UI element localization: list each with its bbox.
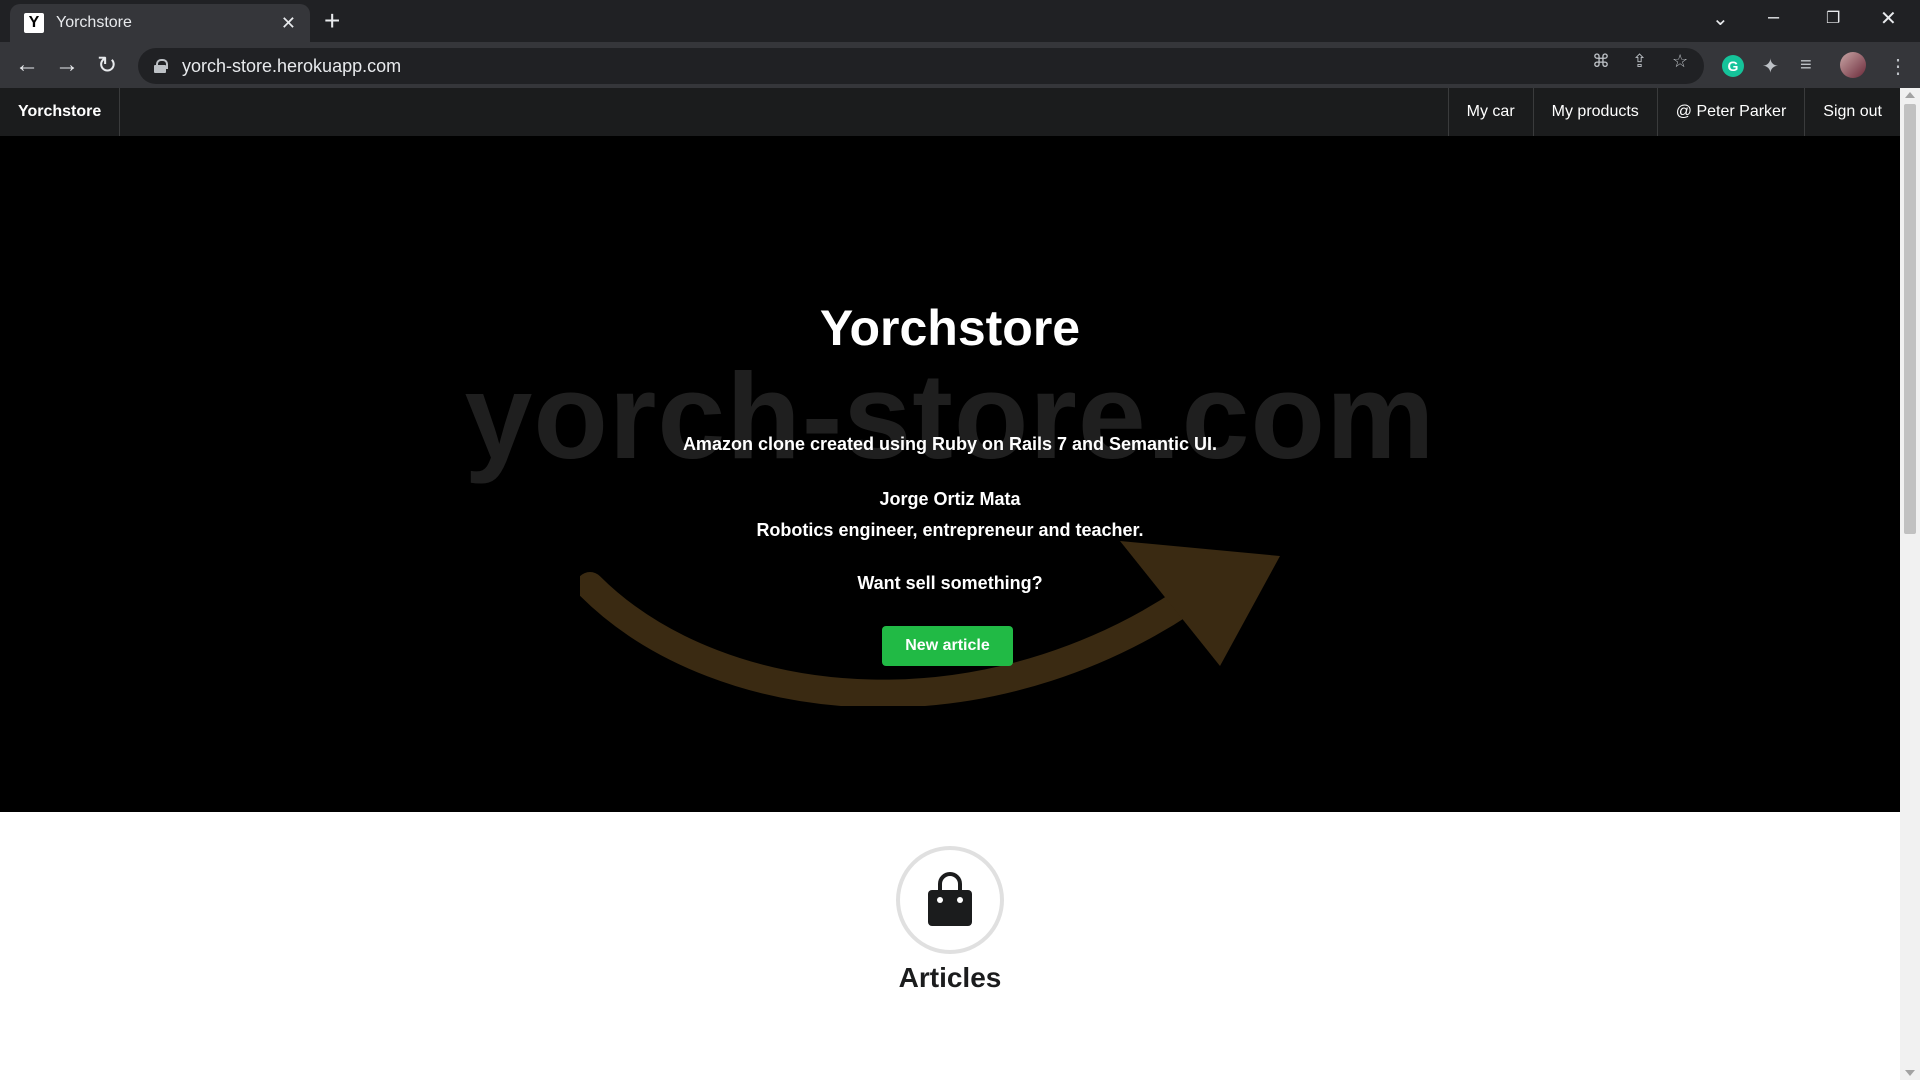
forward-icon[interactable]: →: [52, 51, 82, 79]
articles-heading: Articles: [898, 962, 1002, 993]
translate-icon[interactable]: ⌘: [1592, 51, 1610, 72]
site-navbar: Yorchstore My car My products @ Peter Pa…: [0, 88, 1900, 136]
lock-icon[interactable]: [154, 59, 168, 73]
bookmark-star-icon[interactable]: ☆: [1672, 51, 1688, 72]
browser-toolbar: ← → ↻ yorch-store.herokuapp.com ⌘ ⇪ ☆: [0, 42, 1920, 88]
hero-author: Jorge Ortiz Mata: [879, 489, 1021, 509]
media-queue-icon[interactable]: ≡: [1800, 54, 1812, 77]
close-window-icon[interactable]: ✕: [1880, 6, 1897, 31]
nav-item-my-products[interactable]: My products: [1532, 88, 1657, 136]
back-icon[interactable]: ←: [12, 51, 42, 79]
amazon-smile-arrow-icon: [580, 541, 1280, 706]
share-icon[interactable]: ⇪: [1632, 51, 1647, 72]
tab-title: Yorchstore: [56, 14, 132, 31]
navbar-spacer: [120, 88, 1447, 136]
browser-tabstrip: Y Yorchstore ✕ + ⌄ – ❐ ✕: [0, 0, 1920, 42]
scroll-down-icon[interactable]: [1905, 1070, 1915, 1076]
hero-section: yorch-store.com Yorchstore Amazon clone …: [0, 136, 1900, 812]
hero-watermark: yorch-store.com: [464, 348, 1436, 484]
grammarly-extension-icon[interactable]: G: [1722, 55, 1744, 77]
hero-tagline: Amazon clone created using Ruby on Rails…: [682, 434, 1218, 454]
hero-cta-text: Want sell something?: [857, 573, 1043, 593]
tab-search-chevron-icon[interactable]: ⌄: [1712, 6, 1729, 31]
close-tab-icon[interactable]: ✕: [281, 13, 296, 34]
new-tab-icon[interactable]: +: [324, 6, 340, 36]
reload-icon[interactable]: ↻: [92, 51, 122, 80]
extensions-puzzle-icon[interactable]: ✦: [1762, 54, 1779, 79]
restore-icon[interactable]: ❐: [1826, 8, 1840, 28]
nav-item-user[interactable]: @ Peter Parker: [1656, 88, 1805, 136]
url-text: yorch-store.herokuapp.com: [182, 55, 402, 76]
page-viewport: Yorchstore My car My products @ Peter Pa…: [0, 88, 1920, 1080]
nav-item-my-car[interactable]: My car: [1447, 88, 1533, 136]
address-bar[interactable]: yorch-store.herokuapp.com: [138, 48, 1704, 84]
browser-tab[interactable]: Y Yorchstore ✕: [10, 4, 310, 42]
shopping-bag-icon: [928, 872, 972, 926]
hero-role: Robotics engineer, entrepreneur and teac…: [756, 520, 1144, 540]
articles-icon-circle: [896, 846, 1004, 954]
profile-avatar[interactable]: [1840, 52, 1866, 78]
brand-link[interactable]: Yorchstore: [0, 88, 121, 136]
new-article-button[interactable]: New article: [882, 626, 1013, 666]
scroll-up-icon[interactable]: [1905, 92, 1915, 98]
minimize-icon[interactable]: –: [1768, 6, 1779, 29]
site-favicon-icon: Y: [24, 13, 44, 33]
page-scrollbar[interactable]: [1900, 88, 1920, 1080]
hero-title: Yorchstore: [819, 300, 1081, 356]
scrollbar-thumb[interactable]: [1904, 104, 1916, 534]
nav-item-sign-out[interactable]: Sign out: [1804, 88, 1900, 136]
browser-menu-icon[interactable]: ⋮: [1888, 54, 1908, 79]
articles-section: Articles: [0, 812, 1900, 1080]
